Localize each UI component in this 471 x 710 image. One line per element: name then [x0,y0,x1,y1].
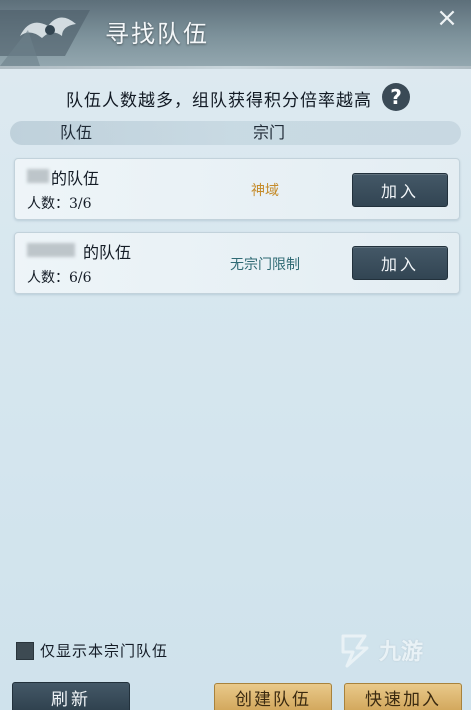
header-sect: 宗门 [253,123,286,142]
team-name-suffix: 的队伍 [83,243,132,262]
watermark: 九游 [335,630,423,670]
window-title: 寻找队伍 [105,20,209,48]
nine-game-logo-icon [341,634,369,668]
team-row: 的队伍 人数：3/6 神域 加入 [14,158,460,220]
filter-label: 仅显示本宗门队伍 [40,642,169,660]
join-button[interactable]: 加入 [352,173,448,207]
quick-join-button[interactable]: 快速加入 [344,683,462,710]
count-label: 人数： [27,196,69,212]
refresh-button[interactable]: 刷新 [12,682,130,710]
watermark-text: 九游 [379,640,424,665]
close-button[interactable]: × [423,0,471,36]
team-member-count: 人数：3/6 [27,193,92,213]
join-button[interactable]: 加入 [352,246,448,280]
team-name: 的队伍 [27,165,207,188]
filter-checkbox[interactable] [16,641,34,660]
create-team-button[interactable]: 创建队伍 [214,683,332,710]
team-name: 的队伍 [27,239,207,262]
close-icon: × [436,3,458,33]
team-list-header: 队伍 宗门 [10,121,461,145]
title-divider [0,66,471,69]
sect-only-filter[interactable]: 仅显示本宗门队伍 [16,640,168,661]
team-bonus-hint: 队伍人数越多，组队获得积分倍率越高 [66,91,372,111]
team-name-suffix: 的队伍 [51,169,100,188]
header-team: 队伍 [60,123,93,142]
window-titlebar: 寻找队伍 × [0,0,471,66]
help-icon[interactable]: ? [382,83,410,111]
team-sect: 神域 [251,183,279,199]
count-label: 人数： [27,270,69,286]
cloud-ornament-icon [0,10,90,66]
team-sect: 无宗门限制 [230,257,300,273]
redacted-player-name [27,243,75,257]
redacted-player-name [27,169,49,183]
team-row: 的队伍 人数：6/6 无宗门限制 加入 [14,232,460,294]
count-value: 3/6 [69,196,92,212]
team-member-count: 人数：6/6 [27,267,92,287]
count-value: 6/6 [69,270,92,286]
